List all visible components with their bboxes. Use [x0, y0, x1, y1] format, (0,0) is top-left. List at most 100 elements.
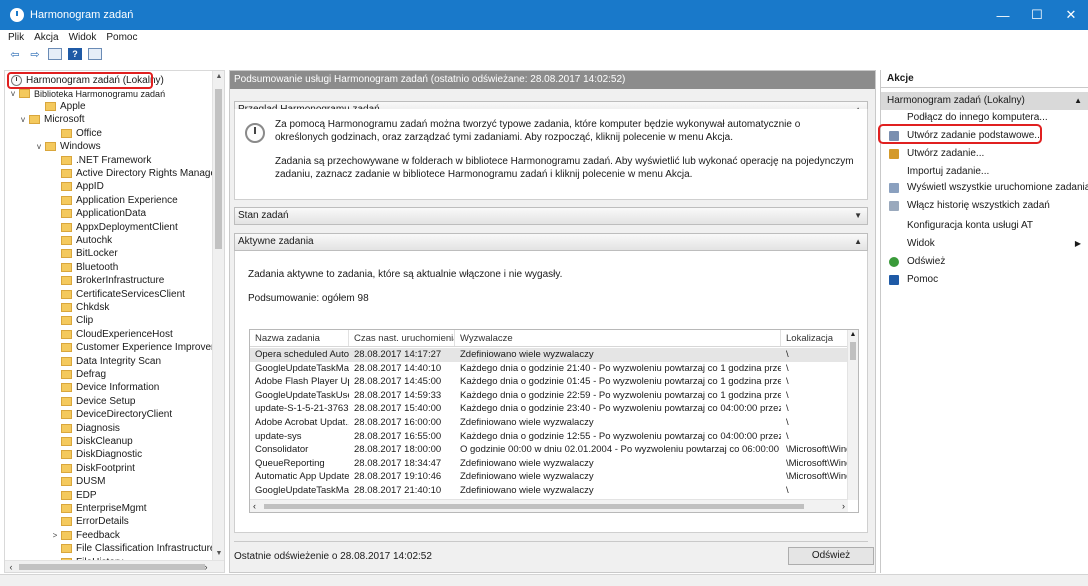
table-row[interactable]: Consolidator 28.08.2017 18:00:00 O godzini…	[250, 443, 848, 457]
table-row[interactable]: QueueReporting 28.08.2017 18:34:47 Zdefini…	[250, 457, 848, 471]
collapse-icon[interactable]: ▲	[1074, 92, 1082, 110]
tree-item[interactable]: Active Directory Rights Manager	[51, 167, 219, 180]
tree-horizontal-scrollbar[interactable]: ‹ ›	[5, 560, 224, 572]
action-item[interactable]: Widok ▶	[881, 236, 1088, 252]
tree-item[interactable]: DUSM	[51, 475, 105, 488]
tree-item[interactable]: DiskDiagnostic	[51, 448, 142, 461]
table-row[interactable]: update-sys 28.08.2017 16:55:00 Każdego dni…	[250, 430, 848, 444]
scroll-thumb[interactable]	[19, 564, 205, 570]
actions-group-header[interactable]: Harmonogram zadań (Lokalny) ▲	[881, 92, 1088, 110]
help-icon[interactable]: ?	[68, 48, 82, 60]
scroll-down-icon[interactable]: ▼	[213, 548, 224, 560]
tree-item[interactable]: Defrag	[51, 368, 106, 381]
tree-item[interactable]: File Classification Infrastructure	[51, 542, 216, 555]
tree-item[interactable]: Chkdsk	[51, 301, 109, 314]
table-row[interactable]: Automatic App Update 28.08.2017 19:10:46 Z…	[250, 470, 848, 484]
table-row[interactable]: Adobe Acrobat Updat... 28.08.2017 16:00:0…	[250, 416, 848, 430]
table-row[interactable]: update-S-1-5-21-3763... 28.08.2017 15:40:…	[250, 402, 848, 416]
tree-item[interactable]: CertificateServicesClient	[51, 288, 185, 301]
tree-item[interactable]: Device Setup	[51, 395, 135, 408]
table-vertical-scrollbar[interactable]: ▲	[847, 330, 858, 500]
cell-location: \	[786, 485, 789, 496]
tree-item[interactable]: .NET Framework	[51, 154, 151, 167]
menu-file[interactable]: Plik	[8, 32, 24, 43]
tree-item[interactable]: BrokerInfrastructure	[51, 274, 164, 287]
cell-next-run: 28.08.2017 14:59:33	[354, 389, 442, 401]
menu-action[interactable]: Akcja	[34, 32, 58, 43]
scroll-thumb[interactable]	[850, 342, 856, 360]
chevron-down-icon[interactable]: v	[35, 142, 43, 151]
tree-vertical-scrollbar[interactable]: ▲ ▼	[212, 71, 224, 560]
close-button[interactable]: ✕	[1054, 0, 1088, 30]
tree-item[interactable]: Data Integrity Scan	[51, 355, 161, 368]
maximize-button[interactable]: ☐	[1020, 0, 1054, 30]
tree-item[interactable]: ErrorDetails	[51, 515, 129, 528]
table-row[interactable]: Adobe Flash Player Up... 28.08.2017 14:45…	[250, 375, 848, 389]
back-arrow-icon[interactable]: ⇦	[8, 48, 22, 61]
refresh-button[interactable]: Odśwież	[788, 547, 874, 565]
table-row[interactable]: GoogleUpdateTaskUse... 28.08.2017 14:59:3…	[250, 389, 848, 403]
tree-item[interactable]: AppID	[51, 180, 104, 193]
table-horizontal-scrollbar[interactable]: ‹ ›	[250, 499, 848, 512]
chevron-right-icon[interactable]: >	[51, 531, 59, 540]
minimize-button[interactable]: —	[986, 0, 1020, 30]
tree-item[interactable]: Customer Experience Improvem	[51, 341, 219, 354]
scroll-up-icon[interactable]: ▲	[848, 330, 858, 340]
table-row[interactable]: GoogleUpdateTaskMa... 28.08.2017 14:40:10…	[250, 362, 848, 376]
tree-item[interactable]: EDP	[51, 489, 97, 502]
action-item[interactable]: Włącz historię wszystkich zadań	[881, 198, 1088, 214]
tree-item[interactable]: DiskFootprint	[51, 462, 135, 475]
table-row[interactable]: Opera scheduled Auto... 28.08.2017 14:17:…	[250, 348, 848, 362]
column-header-name[interactable]: Nazwa zadania	[250, 330, 349, 346]
show-hide-console-tree-icon[interactable]	[48, 48, 62, 60]
tree-item[interactable]: AppxDeploymentClient	[51, 221, 178, 234]
show-hide-action-pane-icon[interactable]	[88, 48, 102, 60]
folder-icon	[61, 169, 72, 178]
tree-item-label: Autochk	[76, 235, 113, 246]
column-header-location[interactable]: Lokalizacja	[781, 330, 848, 346]
menu-help[interactable]: Pomoc	[106, 32, 137, 43]
chevron-down-icon[interactable]: v	[9, 89, 17, 98]
scroll-left-icon[interactable]: ‹	[5, 561, 17, 572]
tree-item[interactable]: BitLocker	[51, 247, 118, 260]
action-item[interactable]: Utwórz zadanie...	[881, 146, 1088, 162]
table-row[interactable]: GoogleUpdateTaskMa... 28.08.2017 21:40:10…	[250, 484, 848, 498]
scroll-right-icon[interactable]: ›	[842, 500, 845, 512]
tree-item[interactable]: DiskCleanup	[51, 435, 133, 448]
scroll-thumb[interactable]	[264, 504, 804, 509]
forward-arrow-icon[interactable]: ⇨	[28, 48, 42, 61]
tree-item[interactable]: Bluetooth	[51, 261, 118, 274]
tree-item[interactable]: Device Information	[51, 381, 159, 394]
menu-view[interactable]: Widok	[69, 32, 97, 43]
tree-item[interactable]: v Windows	[35, 140, 101, 153]
collapse-icon[interactable]: ▲	[854, 234, 862, 250]
column-header-triggers[interactable]: Wyzwalacze	[455, 330, 781, 346]
tree-item[interactable]: Diagnosis	[51, 422, 120, 435]
tree-item[interactable]: ApplicationData	[51, 207, 146, 220]
tree-item[interactable]: EnterpriseMgmt	[51, 502, 147, 515]
scroll-up-icon[interactable]: ▲	[213, 71, 224, 83]
section-active-header[interactable]: Aktywne zadania ▲	[234, 233, 868, 251]
tree-item[interactable]: Apple	[35, 100, 86, 113]
action-item[interactable]: Odśwież	[881, 254, 1088, 270]
tree-item[interactable]: Clip	[51, 314, 93, 327]
scroll-left-icon[interactable]: ‹	[253, 500, 256, 512]
chevron-down-icon[interactable]: v	[19, 115, 27, 124]
section-status-header[interactable]: Stan zadań ▼	[234, 207, 868, 225]
scroll-thumb[interactable]	[215, 89, 222, 249]
action-item[interactable]: Pomoc	[881, 272, 1088, 288]
tree-item-label: Application Experience	[76, 194, 178, 206]
tree-item[interactable]: DeviceDirectoryClient	[51, 408, 172, 421]
tree-item[interactable]: Application Experience	[51, 194, 178, 207]
tree-item[interactable]: v Microsoft	[19, 113, 85, 126]
scroll-right-icon[interactable]: ›	[200, 561, 212, 572]
tree-item[interactable]: Office	[51, 127, 102, 140]
action-item[interactable]: Wyświetl wszystkie uruchomione zadania	[881, 180, 1088, 196]
column-header-next-run[interactable]: Czas nast. uruchomienia	[349, 330, 455, 346]
action-item[interactable]: Konfiguracja konta usługi AT	[881, 218, 1088, 234]
expand-icon[interactable]: ▼	[854, 208, 862, 224]
action-item[interactable]: Importuj zadanie...	[881, 164, 1088, 180]
tree-item[interactable]: > Feedback	[51, 529, 120, 542]
tree-item[interactable]: Autochk	[51, 234, 112, 247]
tree-item[interactable]: CloudExperienceHost	[51, 328, 173, 341]
